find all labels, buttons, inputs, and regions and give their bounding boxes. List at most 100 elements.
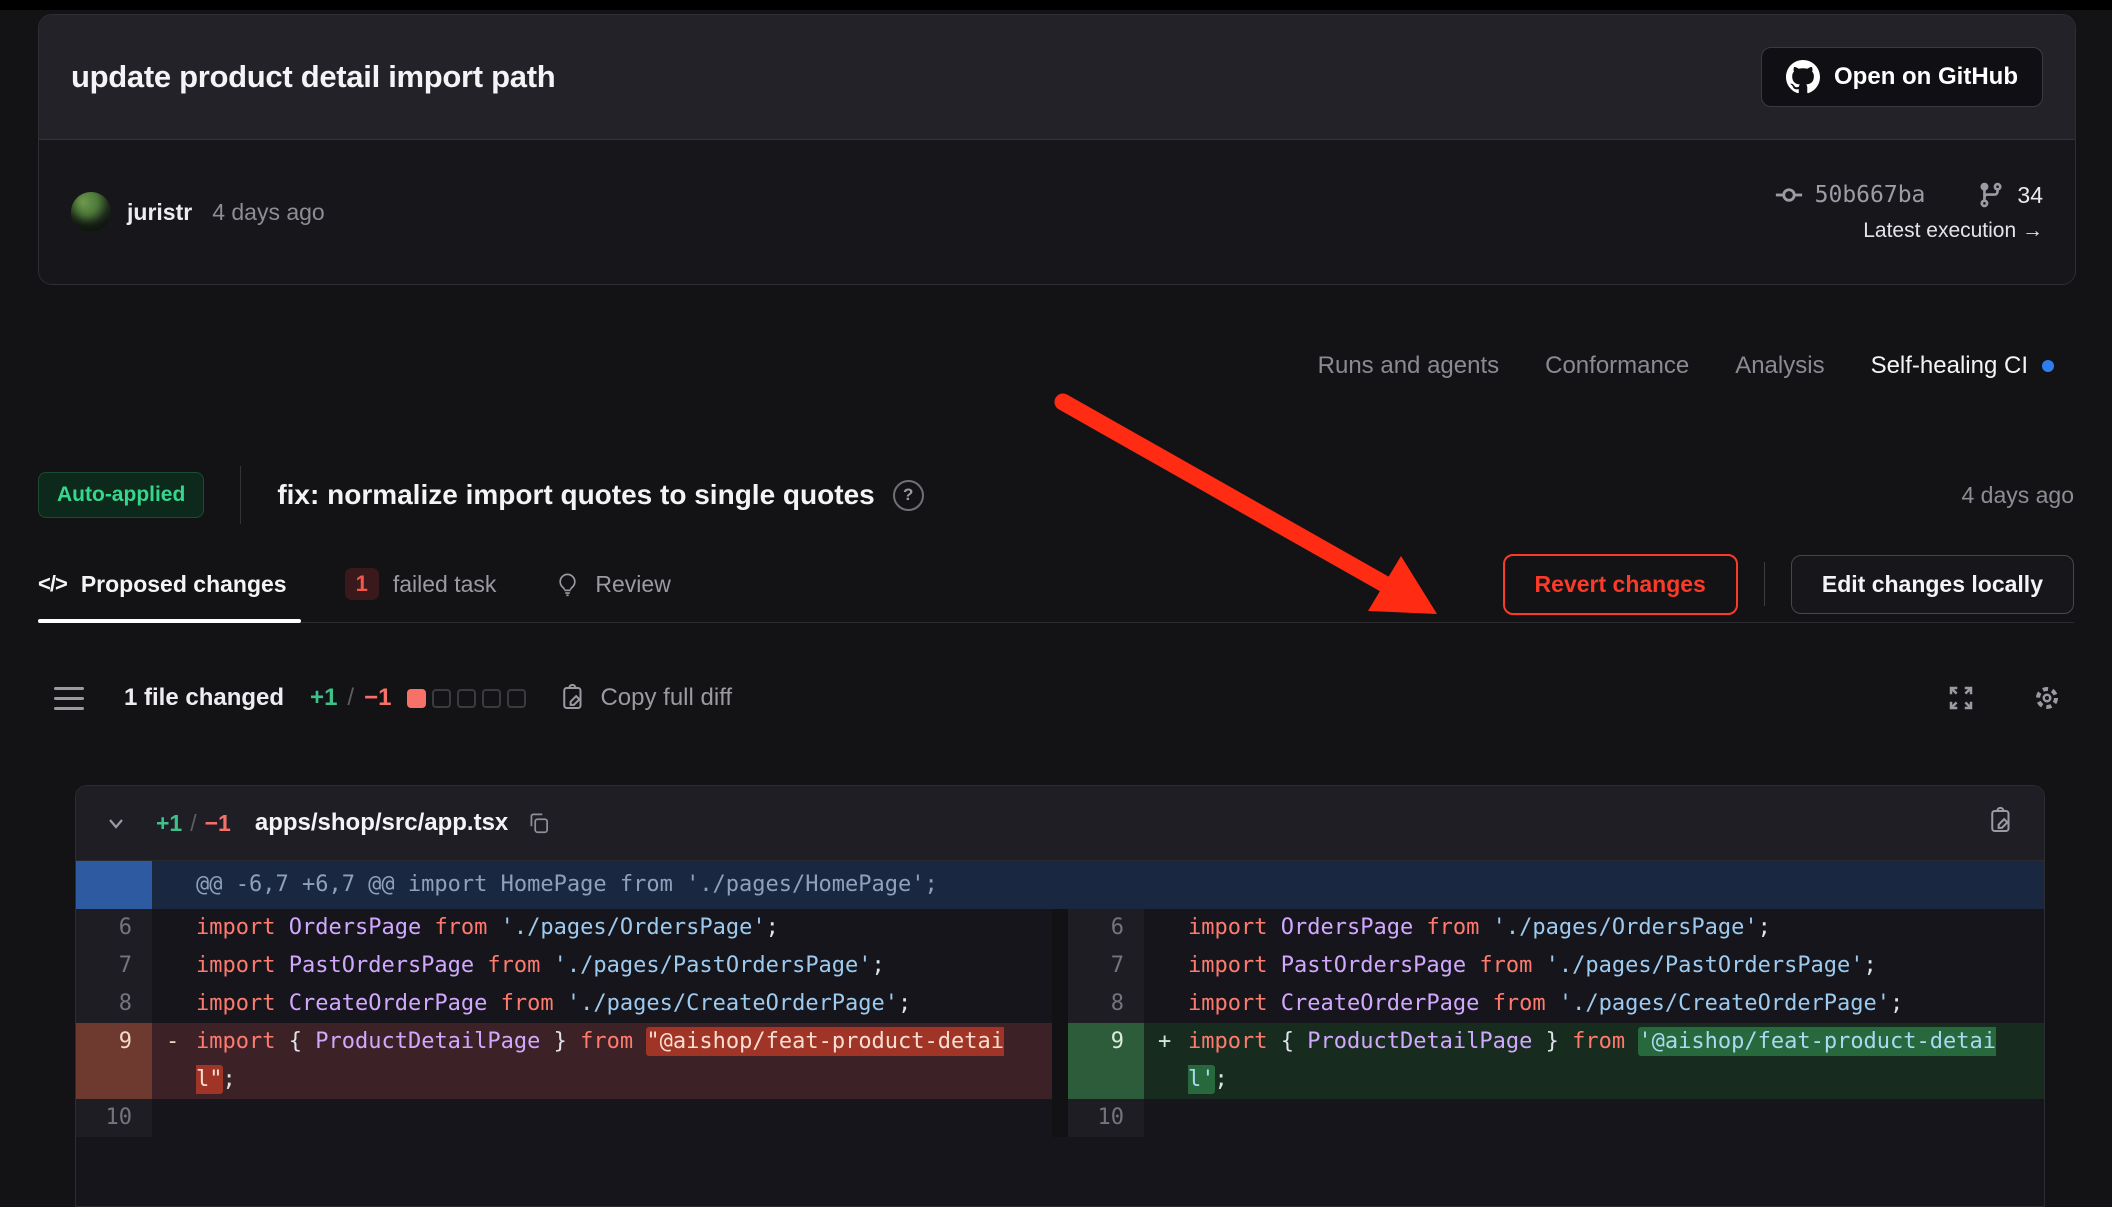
tab-proposed-changes-label: Proposed changes xyxy=(81,571,287,598)
diff-marker xyxy=(1144,1099,1188,1137)
line-number: 10 xyxy=(76,1099,152,1137)
change-block xyxy=(507,689,526,708)
diff-row: 9+import { ProductDetailPage } from '@ai… xyxy=(1068,1023,2044,1099)
tab-review-label: Review xyxy=(595,571,670,598)
file-path: apps/shop/src/app.tsx xyxy=(255,809,508,837)
fix-time-ago: 4 days ago xyxy=(1961,482,2074,509)
diff-row: 8 import CreateOrderPage from './pages/Cr… xyxy=(76,985,1052,1023)
line-number: 10 xyxy=(1068,1099,1144,1137)
help-icon[interactable]: ? xyxy=(893,480,924,511)
line-number: 9 xyxy=(1068,1023,1144,1099)
hunk-header-text: @@ -6,7 +6,7 @@ import HomePage from './… xyxy=(152,861,938,909)
revert-changes-button[interactable]: Revert changes xyxy=(1503,554,1738,615)
diff-marker: + xyxy=(1144,1023,1188,1099)
change-blocks xyxy=(407,689,526,708)
diff-row: 10 xyxy=(1068,1099,2044,1137)
diff-row: 6import OrdersPage from './pages/OrdersP… xyxy=(76,909,1052,947)
top-strip xyxy=(0,0,2112,10)
change-block xyxy=(407,689,426,708)
divider xyxy=(240,466,241,524)
settings-gear-icon[interactable] xyxy=(2032,683,2062,713)
diff-marker xyxy=(1144,909,1188,947)
code-line: import OrdersPage from './pages/OrdersPa… xyxy=(196,909,1052,947)
auto-applied-badge: Auto-applied xyxy=(38,472,204,518)
diff-marker xyxy=(152,1099,196,1137)
nav-self-healing-ci-label: Self-healing CI xyxy=(1871,352,2028,380)
branch-icon xyxy=(1977,181,2005,209)
nav-self-healing-ci[interactable]: Self-healing CI xyxy=(1871,352,2054,380)
copy-path-icon[interactable] xyxy=(526,810,552,836)
diff-row: 7 import PastOrdersPage from './pages/Pas… xyxy=(1068,947,2044,985)
code-line: import CreateOrderPage from './pages/Cre… xyxy=(196,985,1052,1023)
deletions-count: −1 xyxy=(364,684,391,712)
code-line: import PastOrdersPage from './pages/Past… xyxy=(1188,947,2044,985)
tabs-row: </> Proposed changes 1 failed task Revie… xyxy=(38,546,2074,623)
stat-slash: / xyxy=(347,684,354,712)
diff-marker xyxy=(152,985,196,1023)
diff-row: 10 xyxy=(76,1099,1052,1137)
copy-full-diff-label: Copy full diff xyxy=(600,684,732,712)
failed-count-badge: 1 xyxy=(345,568,379,600)
commit-title-row: update product detail import path Open o… xyxy=(39,15,2075,140)
nav-runs-and-agents[interactable]: Runs and agents xyxy=(1318,352,1499,380)
tab-failed-task[interactable]: 1 failed task xyxy=(345,546,497,622)
code-line: import OrdersPage from './pages/OrdersPa… xyxy=(1188,909,2044,947)
diff-marker xyxy=(1144,985,1188,1023)
hunk-header: @@ -6,7 +6,7 @@ import HomePage from './… xyxy=(76,861,2044,909)
line-number: 9 xyxy=(76,1023,152,1099)
edit-changes-locally-button[interactable]: Edit changes locally xyxy=(1791,555,2074,614)
change-block xyxy=(432,689,451,708)
runs-count: 34 xyxy=(2017,182,2043,209)
fullscreen-icon[interactable] xyxy=(1946,683,1976,713)
tab-review[interactable]: Review xyxy=(554,546,670,622)
author-name: juristr xyxy=(127,199,192,226)
chevron-down-icon[interactable] xyxy=(104,811,128,835)
line-number: 8 xyxy=(1068,985,1144,1023)
file-additions: +1 xyxy=(156,810,182,837)
file-diff-card: +1 / −1 apps/shop/src/app.tsx @@ -6,7 +6… xyxy=(75,785,2045,1207)
code-line xyxy=(196,1099,1052,1137)
runs-chunk[interactable]: 34 xyxy=(1977,181,2043,209)
divider xyxy=(1764,562,1765,606)
tab-proposed-changes[interactable]: </> Proposed changes xyxy=(38,546,287,622)
github-icon xyxy=(1786,60,1820,94)
diff-marker xyxy=(1144,947,1188,985)
avatar xyxy=(71,192,111,232)
line-number: 7 xyxy=(76,947,152,985)
code-line: import { ProductDetailPage } from "@aish… xyxy=(196,1023,1052,1099)
tab-failed-task-label: failed task xyxy=(393,571,497,598)
open-on-github-button[interactable]: Open on GitHub xyxy=(1761,47,2043,107)
diff-marker xyxy=(152,909,196,947)
diff-row: 7import PastOrdersPage from './pages/Pas… xyxy=(76,947,1052,985)
copy-file-diff-icon[interactable] xyxy=(1986,806,2016,836)
file-diff-header: +1 / −1 apps/shop/src/app.tsx xyxy=(76,786,2044,861)
files-changed-count: 1 file changed xyxy=(124,684,284,712)
diff-body: 6 import OrdersPage from './pages/OrdersP… xyxy=(76,909,2044,1137)
file-list-menu-icon[interactable] xyxy=(54,687,84,710)
line-number: 8 xyxy=(76,985,152,1023)
code-line: import { ProductDetailPage } from '@aish… xyxy=(1188,1023,2044,1099)
active-nav-dot xyxy=(2042,360,2054,372)
file-deletions: −1 xyxy=(205,810,231,837)
additions-count: +1 xyxy=(310,684,337,712)
diff-marker xyxy=(152,947,196,985)
line-number: 7 xyxy=(1068,947,1144,985)
hunk-gutter xyxy=(76,861,152,909)
file-stat-slash: / xyxy=(190,810,196,837)
nav-conformance[interactable]: Conformance xyxy=(1545,352,1689,380)
commit-author-row: juristr 4 days ago 50b667ba 34 Latest ex… xyxy=(39,140,2075,284)
commit-title: update product detail import path xyxy=(71,59,555,95)
fix-title: fix: normalize import quotes to single q… xyxy=(277,479,874,511)
line-number: 6 xyxy=(1068,909,1144,947)
code-icon: </> xyxy=(38,571,67,597)
commit-sha-chunk[interactable]: 50b667ba xyxy=(1775,181,1926,209)
lightbulb-icon xyxy=(554,571,581,598)
nav-analysis[interactable]: Analysis xyxy=(1735,352,1824,380)
latest-execution-link[interactable]: Latest execution → xyxy=(1863,219,2043,243)
code-line xyxy=(1188,1099,2044,1137)
copy-full-diff-button[interactable]: Copy full diff xyxy=(558,683,732,713)
open-on-github-label: Open on GitHub xyxy=(1834,63,2018,91)
change-block xyxy=(482,689,501,708)
diff-pane-old: 6import OrdersPage from './pages/OrdersP… xyxy=(76,909,1052,1137)
code-line: import CreateOrderPage from './pages/Cre… xyxy=(1188,985,2044,1023)
